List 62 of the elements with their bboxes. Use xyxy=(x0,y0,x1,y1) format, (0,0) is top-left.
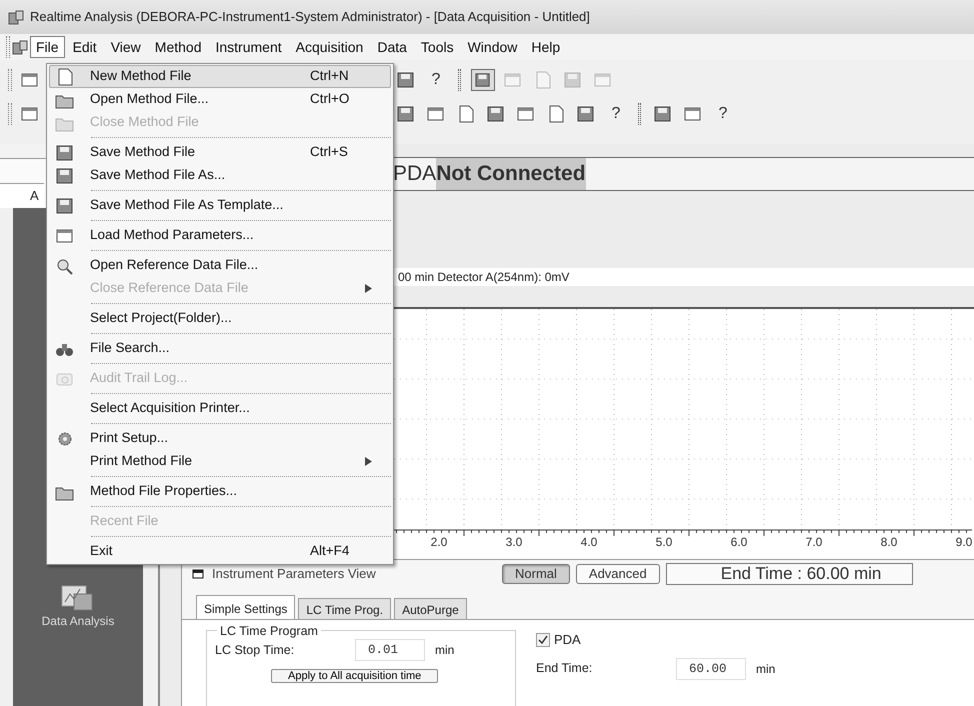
menu-item[interactable]: File xyxy=(30,36,65,58)
tick-label: 4.0 xyxy=(580,535,598,550)
mode-button[interactable]: Normal xyxy=(502,564,570,584)
window-icon xyxy=(192,569,204,580)
stop-time-field[interactable]: 0.01 xyxy=(355,639,425,662)
field-label: End Time: xyxy=(536,660,594,678)
panel-title: Instrument Parameters View xyxy=(212,565,377,584)
connection-status: Not Connected xyxy=(436,158,586,190)
menu-item[interactable]: Print Setup... xyxy=(49,427,391,450)
menu-item[interactable]: View xyxy=(104,36,147,58)
submenu-arrow-icon xyxy=(365,457,372,466)
sidebar-label[interactable]: Data Analysis xyxy=(42,612,114,630)
tick-label: 3.0 xyxy=(506,535,522,550)
checkbox-label: PDA xyxy=(554,631,581,650)
sidebar-tab[interactable]: A xyxy=(0,183,44,208)
submenu-arrow-icon xyxy=(365,284,372,293)
tick-label: 2.0 xyxy=(430,535,448,550)
menu-item[interactable]: Save Method File As Template... xyxy=(49,194,391,217)
unit-label: min xyxy=(435,642,454,660)
help-button[interactable]: ? xyxy=(604,102,628,126)
magnifier-icon xyxy=(55,256,75,274)
app-icon xyxy=(12,39,28,55)
menu-item[interactable]: Tools xyxy=(414,36,460,58)
menu-item[interactable]: Save Method File As... xyxy=(49,164,391,187)
menu-item[interactable]: Edit xyxy=(66,36,103,58)
tab[interactable]: AutoPurge xyxy=(394,598,467,620)
app-icon xyxy=(8,9,24,25)
menu-item[interactable]: Load Method Parameters... xyxy=(49,224,391,247)
help-button[interactable]: ? xyxy=(424,68,448,92)
menu-item[interactable]: Window xyxy=(462,36,524,58)
help-button[interactable]: ? xyxy=(711,102,735,126)
window-icon xyxy=(55,226,75,244)
checkbox-checked[interactable] xyxy=(536,632,550,647)
unit-label: min xyxy=(756,660,776,678)
tab[interactable]: LC Time Prog. xyxy=(298,598,392,620)
window-title: Realtime Analysis (DEBORA-PC-Instrument1-System Administrator) - [Data Acquisition - Untitled] xyxy=(30,8,590,26)
mode-button[interactable]: Advanced xyxy=(576,564,660,584)
menu-item[interactable]: Select Project(Folder)... xyxy=(49,307,391,330)
menu-item[interactable]: Acquisition xyxy=(290,36,370,58)
menu-item[interactable]: New Method File Ctrl+N xyxy=(49,65,391,88)
menu-item[interactable]: Open Method File... Ctrl+O xyxy=(49,88,391,111)
menu-item[interactable]: Method File Properties... xyxy=(49,480,391,503)
tick-label: 6.0 xyxy=(730,535,748,550)
field-label: LC Stop Time: xyxy=(215,642,296,659)
menu-item[interactable]: Data xyxy=(371,36,413,58)
tick-label: 9.0 xyxy=(956,535,972,550)
menu-item[interactable]: Help xyxy=(525,36,566,58)
tick-label: 8.0 xyxy=(880,535,898,550)
tick-label: 7.0 xyxy=(806,535,822,550)
device-name: PDA xyxy=(393,161,436,188)
menu-item[interactable]: Exit Alt+F4 xyxy=(49,540,391,563)
menu-item[interactable]: File Search... xyxy=(49,337,391,360)
tick-label: 5.0 xyxy=(656,535,672,550)
menu-item[interactable]: Method xyxy=(148,36,208,58)
menu-item[interactable]: Instrument xyxy=(209,36,288,58)
apply-button[interactable]: Apply to All acquisition time xyxy=(271,669,438,684)
end-time-display: End Time : 60.00 min xyxy=(666,563,913,586)
tab[interactable]: Simple Settings xyxy=(196,595,296,620)
menu-item[interactable]: Print Method File xyxy=(49,450,391,473)
menu-item[interactable]: Save Method File Ctrl+S xyxy=(49,141,391,164)
end-time-field[interactable]: 60.00 xyxy=(676,658,746,680)
menu-item[interactable]: Select Acquisition Printer... xyxy=(49,397,391,420)
